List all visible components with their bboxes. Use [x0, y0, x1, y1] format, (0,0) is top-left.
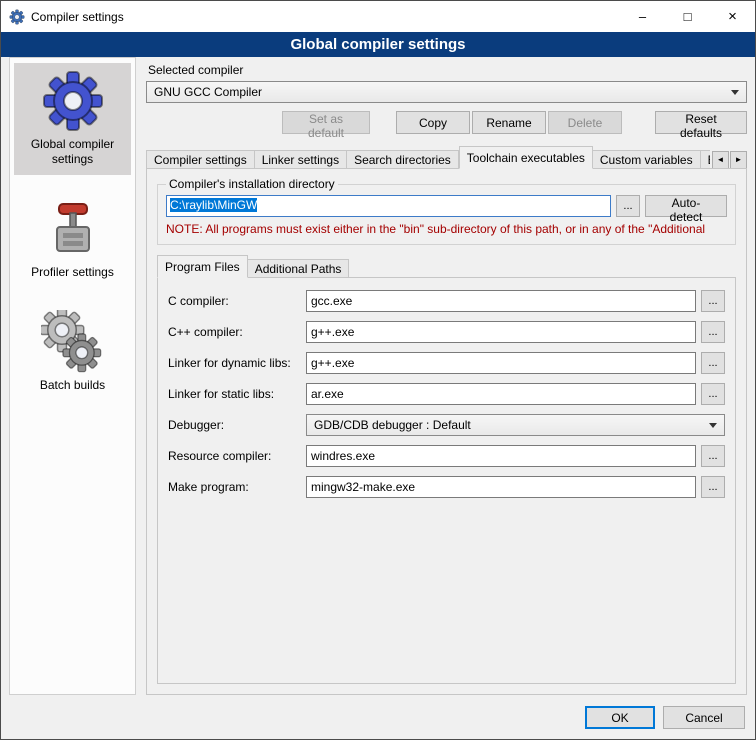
tab-custom-variables[interactable]: Custom variables [593, 150, 701, 169]
auto-detect-button[interactable]: Auto-detect [645, 195, 727, 217]
tab-strip-items: Compiler settingsLinker settingsSearch d… [146, 146, 710, 169]
browse-button[interactable]: ... [701, 383, 725, 405]
browse-button[interactable]: ... [701, 290, 725, 312]
field-label: Linker for dynamic libs: [168, 356, 306, 370]
sidebar-item-label: Batch builds [16, 378, 129, 393]
resource-compiler-input[interactable]: windres.exe [306, 445, 696, 467]
installation-directory-value: C:\raylib\MinGW [170, 198, 257, 212]
field-label: C compiler: [168, 294, 306, 308]
reset-defaults-button[interactable]: Reset defaults [655, 111, 747, 134]
selected-compiler-label: Selected compiler [148, 63, 747, 77]
browse-directory-button[interactable]: ... [616, 195, 640, 217]
field-wrap: gcc.exe... [306, 290, 725, 312]
field-wrap: g++.exe... [306, 321, 725, 343]
form-row-resource-compiler: Resource compiler:windres.exe... [168, 445, 725, 467]
sidebar-item-label: Profiler settings [16, 265, 129, 280]
tab-buil[interactable]: Buil [701, 150, 710, 169]
delete-button[interactable]: Delete [548, 111, 622, 134]
browse-button[interactable]: ... [701, 352, 725, 374]
gear-icon [41, 69, 105, 133]
field-wrap: GDB/CDB debugger : Default [306, 414, 725, 436]
form-row-c-compiler: C++ compiler:g++.exe... [168, 321, 725, 343]
field-label: Make program: [168, 480, 306, 494]
subtab-strip-items: Program FilesAdditional Paths [157, 255, 736, 278]
installation-directory-input[interactable]: C:\raylib\MinGW [166, 195, 611, 217]
tab-scroll-left-icon[interactable]: ◄ [712, 151, 729, 169]
installation-note: NOTE: All programs must exist either in … [166, 222, 727, 236]
app-icon [9, 9, 25, 25]
field-wrap: mingw32-make.exe... [306, 476, 725, 498]
minimize-button[interactable]: – [620, 1, 665, 32]
field-wrap: g++.exe... [306, 352, 725, 374]
compiler-actions: Set as default Copy Rename Delete Reset … [146, 111, 747, 134]
stacked-gears-icon [41, 310, 105, 374]
browse-button[interactable]: ... [701, 321, 725, 343]
field-label: C++ compiler: [168, 325, 306, 339]
maximize-button[interactable]: □ [665, 1, 710, 32]
installation-directory-group: Compiler's installation directory C:\ray… [157, 177, 736, 245]
tab-scroll-arrows: ◄ ► [712, 151, 747, 169]
form-row-debugger: Debugger: GDB/CDB debugger : Default [168, 414, 725, 436]
settings-sidebar: Global compiler settings Profiler settin… [9, 57, 136, 695]
ok-button[interactable]: OK [585, 706, 655, 729]
window-title: Compiler settings [31, 10, 620, 24]
form-row-make-program: Make program:mingw32-make.exe... [168, 476, 725, 498]
c-compiler-input[interactable]: g++.exe [306, 321, 696, 343]
subtab-program-files[interactable]: Program Files [157, 255, 248, 278]
dialog-header: Global compiler settings [1, 32, 755, 57]
tab-search-directories[interactable]: Search directories [347, 150, 459, 169]
subtab-additional-paths[interactable]: Additional Paths [248, 259, 350, 278]
debugger-select-value: GDB/CDB debugger : Default [314, 418, 701, 432]
form-row-linker-for-static-libs: Linker for static libs:ar.exe... [168, 383, 725, 405]
tab-strip: Compiler settingsLinker settingsSearch d… [146, 146, 747, 169]
field-wrap: windres.exe... [306, 445, 725, 467]
compiler-settings-window: Compiler settings – □ × Global compiler … [0, 0, 756, 740]
tab-scroll-right-icon[interactable]: ► [730, 151, 747, 169]
main-panel: Selected compiler GNU GCC Compiler Set a… [146, 57, 747, 695]
sidebar-item-label: Global compiler settings [16, 137, 129, 167]
compiler-select-value: GNU GCC Compiler [154, 85, 723, 99]
form-row-c-compiler: C compiler:gcc.exe... [168, 290, 725, 312]
toolchain-executables-panel: Compiler's installation directory C:\ray… [146, 168, 747, 695]
installation-directory-row: C:\raylib\MinGW ... Auto-detect [166, 195, 727, 217]
rename-button[interactable]: Rename [472, 111, 546, 134]
program-files-rows: C compiler:gcc.exe...C++ compiler:g++.ex… [157, 277, 736, 684]
titlebar: Compiler settings – □ × [1, 1, 755, 32]
dialog-footer: OK Cancel [585, 706, 745, 729]
subtab-strip: Program FilesAdditional Paths [157, 255, 736, 278]
chevron-down-icon [709, 423, 717, 428]
browse-button[interactable]: ... [701, 445, 725, 467]
c-compiler-input[interactable]: gcc.exe [306, 290, 696, 312]
dialog-body: Global compiler settings Profiler settin… [9, 57, 747, 695]
tab-compiler-settings[interactable]: Compiler settings [146, 150, 255, 169]
profiler-tool-icon [41, 197, 105, 261]
field-label: Debugger: [168, 418, 306, 432]
installation-directory-legend: Compiler's installation directory [166, 177, 338, 191]
sidebar-item-profiler-settings[interactable]: Profiler settings [14, 191, 131, 288]
debugger-select[interactable]: GDB/CDB debugger : Default [306, 414, 725, 436]
chevron-down-icon [731, 90, 739, 95]
form-row-linker-for-dynamic-libs: Linker for dynamic libs:g++.exe... [168, 352, 725, 374]
linker-for-static-libs-input[interactable]: ar.exe [306, 383, 696, 405]
field-wrap: ar.exe... [306, 383, 725, 405]
make-program-input[interactable]: mingw32-make.exe [306, 476, 696, 498]
tab-toolchain-executables[interactable]: Toolchain executables [459, 146, 593, 169]
sidebar-item-batch-builds[interactable]: Batch builds [14, 304, 131, 401]
browse-button[interactable]: ... [701, 476, 725, 498]
compiler-select[interactable]: GNU GCC Compiler [146, 81, 747, 103]
sidebar-item-global-compiler-settings[interactable]: Global compiler settings [14, 63, 131, 175]
field-label: Linker for static libs: [168, 387, 306, 401]
set-as-default-button[interactable]: Set as default [282, 111, 370, 134]
linker-for-dynamic-libs-input[interactable]: g++.exe [306, 352, 696, 374]
copy-button[interactable]: Copy [396, 111, 470, 134]
cancel-button[interactable]: Cancel [663, 706, 745, 729]
field-label: Resource compiler: [168, 449, 306, 463]
tab-linker-settings[interactable]: Linker settings [255, 150, 347, 169]
close-button[interactable]: × [710, 1, 755, 32]
